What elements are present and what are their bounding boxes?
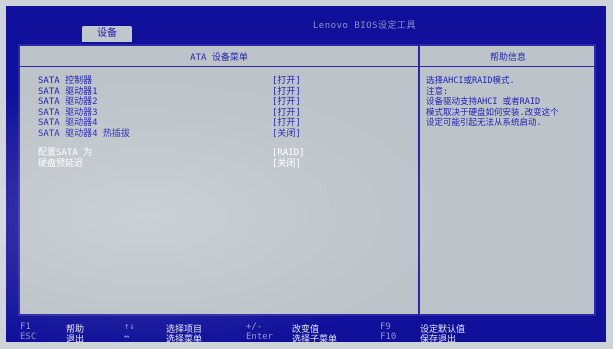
setting-value[interactable]: [打开] <box>272 118 301 129</box>
setting-sata-controller[interactable]: SATA 控制器 [打开] <box>38 76 408 87</box>
setting-value[interactable]: [关闭] <box>272 159 301 170</box>
key-enter-desc: 选择子菜单 <box>292 335 338 342</box>
setting-label: SATA 驱动器4 热插拔 <box>38 128 130 139</box>
setting-sata-drive-4[interactable]: SATA 驱动器4 [打开] <box>38 118 408 129</box>
setting-label: SATA 驱动器4 <box>38 118 98 128</box>
key-legend: F1 帮助 ESC 退出 ↑↓ 选择项目 ↔ 选择菜单 +/- 改变值 Ente… <box>6 322 606 342</box>
help-header: 帮助信息 <box>489 53 526 63</box>
title-bar: Lenovo BIOS设定工具 设备 <box>6 6 606 42</box>
key-f1: F1 <box>20 322 31 332</box>
setting-value[interactable]: [RAID] <box>272 148 305 159</box>
setting-sata-drive-4-hotplug[interactable]: SATA 驱动器4 热插拔 [关闭] <box>38 129 408 140</box>
setting-hdd-pre-delay[interactable]: 硬盘预延迟 [关闭] <box>38 159 408 170</box>
key-esc: ESC <box>20 332 37 342</box>
key-f10: F10 <box>380 332 397 342</box>
help-line: 注意: <box>426 86 449 97</box>
help-line: 模式取决于硬盘如何安装.改变这个 <box>426 107 559 118</box>
help-line: 设定可能引起无法从系统启动. <box>426 118 542 128</box>
key-f10-desc: 保存退出 <box>420 335 457 342</box>
key-plusminus: +/- <box>246 322 263 332</box>
key-esc-desc: 退出 <box>66 335 85 342</box>
key-updown: ↑↓ <box>124 322 135 332</box>
setting-sata-drive-3[interactable]: SATA 驱动器3 [打开] <box>38 108 408 119</box>
tab-devices[interactable]: 设备 <box>82 26 132 42</box>
setting-label: SATA 驱动器1 <box>38 86 98 97</box>
setting-label: 硬盘预延迟 <box>38 158 84 169</box>
setting-label: 配置SATA 为 <box>38 148 93 158</box>
main-panel: ATA 设备菜单 帮助信息 SATA 控制器 [打开] SATA 驱动器1 [打… <box>18 44 596 316</box>
key-leftright: ↔ <box>124 332 130 342</box>
help-text: 选择AHCI或RAID模式. 注意: 设备驱动支持AHCI 或者RAID 模式取… <box>426 76 592 129</box>
setting-value[interactable]: [关闭] <box>272 129 301 140</box>
setting-configure-sata-as[interactable]: 配置SATA 为 [RAID] <box>38 148 408 159</box>
setting-value[interactable]: [打开] <box>272 76 301 87</box>
panel-divider <box>418 46 420 314</box>
setting-sata-drive-2[interactable]: SATA 驱动器2 [打开] <box>38 97 408 108</box>
setting-value[interactable]: [打开] <box>272 108 301 119</box>
bios-title: Lenovo BIOS设定工具 <box>312 21 416 31</box>
help-line: 选择AHCI或RAID模式. <box>426 76 515 86</box>
setting-label: SATA 驱动器2 <box>38 97 98 107</box>
menu-header: ATA 设备菜单 <box>190 53 248 63</box>
key-f9: F9 <box>380 322 391 332</box>
setting-sata-drive-1[interactable]: SATA 驱动器1 [打开] <box>38 87 408 98</box>
setting-label: SATA 控制器 <box>38 76 93 86</box>
header-divider <box>20 66 594 67</box>
bios-screen: Lenovo BIOS设定工具 设备 ATA 设备菜单 帮助信息 SATA 控制… <box>6 6 606 342</box>
setting-value[interactable]: [打开] <box>272 97 301 108</box>
help-line: 设备驱动支持AHCI 或者RAID <box>426 97 541 107</box>
key-enter: Enter <box>246 332 274 342</box>
setting-value[interactable]: [打开] <box>272 87 301 98</box>
setting-label: SATA 驱动器3 <box>38 107 98 118</box>
key-leftright-desc: 选择菜单 <box>166 335 203 342</box>
settings-list: SATA 控制器 [打开] SATA 驱动器1 [打开] SATA 驱动器2 [… <box>38 76 408 169</box>
